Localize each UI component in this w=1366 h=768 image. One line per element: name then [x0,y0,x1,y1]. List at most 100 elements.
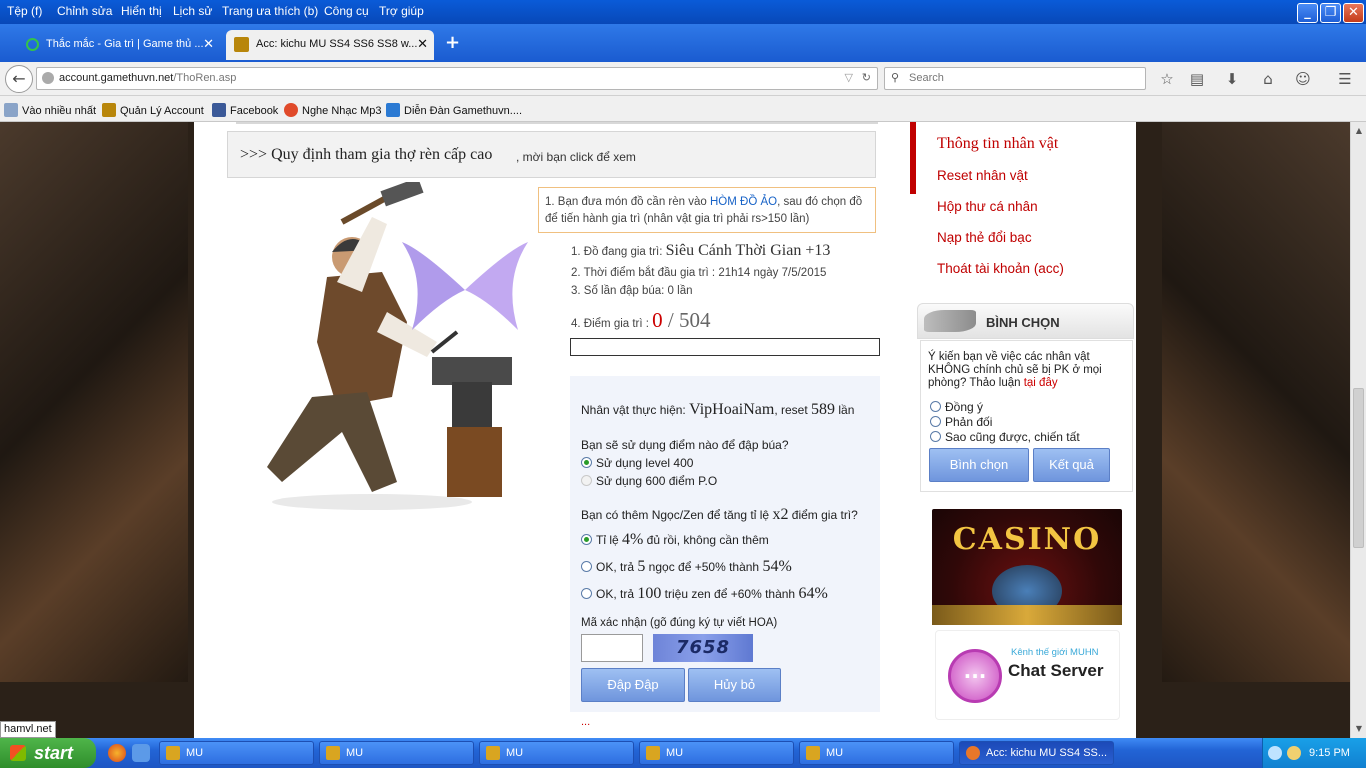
menu-icon[interactable]: ☰ [1334,68,1356,90]
tab-account[interactable]: Acc: kichu MU SS4 SS6 SS8 w... ✕ [226,30,434,60]
tray-app-icon[interactable] [1287,746,1301,760]
url-bar[interactable]: account.gamethuvn.net/ThoRen.asp ▽ ↻ [36,67,878,90]
star-icon[interactable]: ☆ [1156,68,1178,90]
menu-view[interactable]: Hiển thị [121,4,162,18]
option-text-2: triệu zen để +60% thành [661,587,799,601]
vote-button[interactable]: Bình chọn [929,448,1029,482]
bookmark-forum[interactable]: Diễn Đàn Gamethuvn.... [386,103,522,117]
vote-option-any[interactable]: Sao cũng được, chiến tất [930,430,1080,444]
question-bonus: Bạn có thêm Ngọc/Zen để tăng tỉ lệ x2 đi… [581,506,858,524]
menu-file[interactable]: Tệp (f) [7,4,42,18]
rate-option-2[interactable]: OK, trả 5 ngọc để +50% thành 54% [581,558,792,576]
chat-icon[interactable]: ☺ [1292,68,1314,90]
vote-header: BÌNH CHỌN [917,303,1134,339]
home-icon[interactable]: ⌂ [1257,68,1279,90]
scroll-thumb[interactable] [1353,388,1364,548]
dropdown-icon[interactable]: ▽ [845,68,853,89]
download-icon[interactable]: ⬇ [1221,68,1243,90]
mu-icon [102,103,116,117]
radio[interactable] [581,588,592,599]
taskbar-item-mu-4[interactable]: MU [639,741,794,765]
system-tray: 9:15 PM [1262,738,1366,768]
bookmark-most-visited[interactable]: Vào nhiều nhất [4,103,96,117]
mu-icon [806,746,820,760]
points-row: 4. Điểm gia trì : 0 / 504 [571,308,711,333]
radio[interactable] [930,416,941,427]
vote-option-disagree[interactable]: Phản đối [930,415,992,429]
radio[interactable] [930,431,941,442]
maximize-button[interactable]: ❐ [1320,3,1341,23]
scroll-up-icon[interactable]: ▲ [1352,124,1366,138]
bookmark-music[interactable]: Nghe Nhạc Mp3 [284,103,382,117]
option-text: OK, trả [596,560,638,574]
points-label: 4. Điểm gia trì : [571,318,653,330]
taskbar-item-firefox[interactable]: Acc: kichu MU SS4 SS... [959,741,1114,765]
g-icon [386,103,400,117]
radio[interactable] [930,401,941,412]
menu-help[interactable]: Trợ giúp [379,4,424,18]
casino-banner[interactable]: CASINO [932,509,1122,625]
tray-arrow-icon[interactable] [1268,746,1282,760]
taskbar-item-mu-3[interactable]: MU [479,741,634,765]
radio[interactable] [581,561,592,572]
taskbar-item-mu-5[interactable]: MU [799,741,954,765]
rate-option-1[interactable]: Tỉ lệ 4% đủ rồi, không cần thêm [581,531,769,549]
firefox-icon[interactable] [108,744,126,762]
result-button[interactable]: Kết quả [1033,448,1110,482]
tab-thac-mac[interactable]: Thắc mắc - Gia trì | Game thủ ... ✕ [16,30,220,60]
sidebar-item-topup[interactable]: Nạp thẻ đổi bạc [937,230,1032,245]
radio-selected[interactable] [581,457,592,468]
new-tab-button[interactable]: + [445,33,461,53]
notice-box[interactable]: >>> Quy định tham gia thợ rèn cấp cao , … [227,131,876,178]
close-window-button[interactable]: ✕ [1343,3,1364,23]
minimize-button[interactable]: _ [1297,3,1318,23]
menu-history[interactable]: Lịch sử [173,4,212,18]
character-row: Nhân vật thực hiện: VipHoaiNam, reset 58… [581,401,854,419]
mu-icon [646,746,660,760]
captcha-label: Mã xác nhận (gõ đúng ký tự viết HOA) [581,617,778,629]
notice-title[interactable]: >>> Quy định tham gia thợ rèn cấp cao [240,146,492,164]
chat-subtitle: Kênh thế giới MUHN [1011,647,1099,658]
start-time: 2. Thời điểm bắt đầu gia trì : 21h14 ngà… [571,267,827,279]
clock: 9:15 PM [1309,747,1350,759]
taskbar-item-mu-1[interactable]: MU [159,741,314,765]
item-row: 1. Đồ đang gia trì: Siêu Cánh Thời Gian … [571,242,830,260]
sidebar-item-reset[interactable]: Reset nhân vật [937,168,1028,183]
rate-option-3[interactable]: OK, trả 100 triệu zen để +60% thành 64% [581,585,828,603]
bookmark-account[interactable]: Quản Lý Account [102,103,204,117]
hammer-button[interactable]: Đập Đập [581,668,685,702]
reading-list-icon[interactable]: ▤ [1186,68,1208,90]
bookmark-facebook[interactable]: Facebook [212,103,278,117]
menu-edit[interactable]: Chỉnh sửa [57,4,112,18]
rate-value: 64% [798,585,828,602]
menu-bookmarks[interactable]: Trang ưa thích (b) [222,4,318,18]
radio-selected[interactable] [581,534,592,545]
back-button[interactable]: ← [5,65,33,93]
tab-close-icon[interactable]: ✕ [417,30,428,58]
search-input[interactable]: ⚲ Search [884,67,1146,90]
vote-option-agree[interactable]: Đồng ý [930,400,983,414]
vertical-scrollbar[interactable]: ▲ ▼ [1350,122,1366,738]
menu-tools[interactable]: Công cụ [324,4,369,18]
divider [236,122,878,124]
captcha-input[interactable] [581,634,643,662]
option-po: Sử dụng 600 điểm P.O [581,474,717,488]
chat-server-banner[interactable]: ··· Kênh thế giới MUHN Chat Server [935,630,1120,720]
sidebar-item-character-info[interactable]: Thông tin nhân vật [937,135,1058,153]
sidebar-item-logout[interactable]: Thoát tài khoản (acc) [937,261,1064,276]
reload-icon[interactable]: ↻ [862,68,871,89]
vote-discussion-link[interactable]: tại đây [1024,377,1058,389]
taskbar-item-mu-2[interactable]: MU [319,741,474,765]
start-button[interactable]: start [0,738,96,768]
multiplier: x2 [772,506,789,523]
sidebar-item-mailbox[interactable]: Hộp thư cá nhân [937,199,1038,214]
option-level[interactable]: Sử dụng level 400 [581,456,693,470]
ie-icon[interactable] [132,744,150,762]
scroll-down-icon[interactable]: ▼ [1352,722,1366,736]
tab-close-icon[interactable]: ✕ [203,30,214,58]
virtual-chest-link[interactable]: HÒM ĐỒ ẢO [710,196,777,208]
captcha-image: 7658 [653,634,753,662]
casino-coins [932,605,1122,625]
vote-question: Ý kiến bạn về việc các nhân vật KHÔNG ch… [928,351,1128,390]
cancel-button[interactable]: Hủy bỏ [688,668,781,702]
